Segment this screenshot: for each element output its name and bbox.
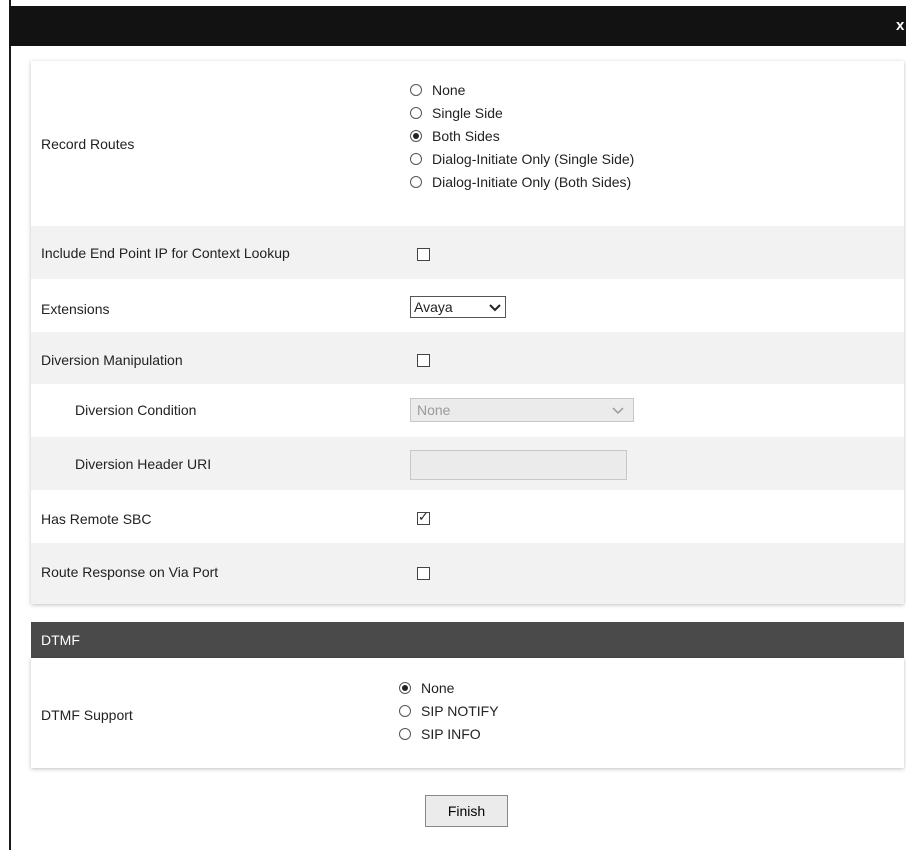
radio-label: None [421, 679, 455, 696]
radio-button-selected[interactable] [399, 681, 411, 694]
radio-label: None [432, 81, 466, 98]
dtmf-option-sip-notify[interactable]: SIP NOTIFY [399, 699, 499, 722]
settings-panel: Record Routes None Single Side Both Side… [31, 61, 904, 604]
has-remote-sbc-label: Has Remote SBC [41, 511, 152, 527]
extensions-select-value: Avaya [414, 299, 453, 315]
record-routes-option-single-side[interactable]: Single Side [410, 101, 634, 124]
include-endpoint-ip-row: Include End Point IP for Context Lookup [31, 226, 904, 279]
radio-button[interactable] [399, 727, 411, 740]
has-remote-sbc-checkbox[interactable] [417, 510, 430, 525]
record-routes-label: Record Routes [41, 136, 135, 152]
diversion-header-uri-row: Diversion Header URI [31, 437, 904, 490]
diversion-condition-row: Diversion Condition None [31, 384, 904, 437]
record-routes-option-both-sides[interactable]: Both Sides [410, 124, 634, 147]
diversion-condition-value: None [417, 402, 451, 418]
radio-label: SIP NOTIFY [421, 702, 499, 719]
radio-button[interactable] [410, 106, 422, 119]
radio-label: Dialog-Initiate Only (Both Sides) [432, 173, 632, 190]
radio-button[interactable] [410, 175, 422, 188]
record-routes-option-none[interactable]: None [410, 78, 634, 101]
dtmf-option-none[interactable]: None [399, 676, 499, 699]
diversion-condition-label: Diversion Condition [75, 402, 197, 418]
dtmf-panel: DTMF Support None SIP NOTIFY SIP INFO [31, 658, 904, 768]
radio-button[interactable] [399, 704, 411, 717]
dtmf-support-label: DTMF Support [41, 707, 133, 723]
radio-label: Both Sides [432, 127, 500, 144]
record-routes-option-dialog-single[interactable]: Dialog-Initiate Only (Single Side) [410, 147, 634, 170]
diversion-header-uri-input[interactable] [410, 450, 627, 480]
route-response-via-port-checkbox[interactable] [417, 567, 430, 580]
dtmf-section-header: DTMF [31, 622, 904, 658]
radio-label: Dialog-Initiate Only (Single Side) [432, 150, 635, 167]
diversion-manipulation-label: Diversion Manipulation [41, 352, 183, 368]
extensions-label: Extensions [41, 301, 110, 317]
diversion-manipulation-row: Diversion Manipulation [31, 332, 904, 384]
record-routes-radio-group: None Single Side Both Sides Dialog-Initi… [410, 78, 634, 193]
extensions-select[interactable]: Avaya [410, 296, 506, 318]
dtmf-support-row: DTMF Support None SIP NOTIFY SIP INFO [31, 658, 904, 768]
radio-button-selected[interactable] [410, 129, 422, 142]
radio-button[interactable] [410, 152, 422, 165]
dtmf-section-title: DTMF [41, 632, 80, 648]
radio-button[interactable] [410, 83, 422, 96]
has-remote-sbc-row: Has Remote SBC [31, 490, 904, 543]
include-endpoint-ip-checkbox[interactable] [417, 248, 430, 261]
dtmf-support-radio-group: None SIP NOTIFY SIP INFO [399, 676, 499, 745]
chevron-down-icon [611, 401, 625, 422]
finish-button[interactable]: Finish [425, 795, 508, 827]
dtmf-option-sip-info[interactable]: SIP INFO [399, 722, 499, 745]
extensions-row: Extensions Avaya [31, 279, 904, 332]
chevron-down-icon [488, 298, 502, 319]
radio-label: Single Side [432, 104, 503, 121]
diversion-header-uri-label: Diversion Header URI [75, 456, 212, 472]
diversion-condition-select[interactable]: None [410, 398, 634, 422]
dialog-titlebar: x [9, 6, 906, 46]
record-routes-row: Record Routes None Single Side Both Side… [31, 61, 904, 226]
record-routes-option-dialog-both[interactable]: Dialog-Initiate Only (Both Sides) [410, 170, 634, 193]
diversion-manipulation-checkbox[interactable] [417, 354, 430, 367]
route-response-via-port-label: Route Response on Via Port [41, 564, 219, 580]
radio-label: SIP INFO [421, 725, 481, 742]
route-response-via-port-row: Route Response on Via Port [31, 543, 904, 604]
close-icon[interactable]: x [896, 17, 906, 34]
left-window-edge [0, 0, 11, 850]
include-endpoint-ip-label: Include End Point IP for Context Lookup [41, 245, 290, 261]
